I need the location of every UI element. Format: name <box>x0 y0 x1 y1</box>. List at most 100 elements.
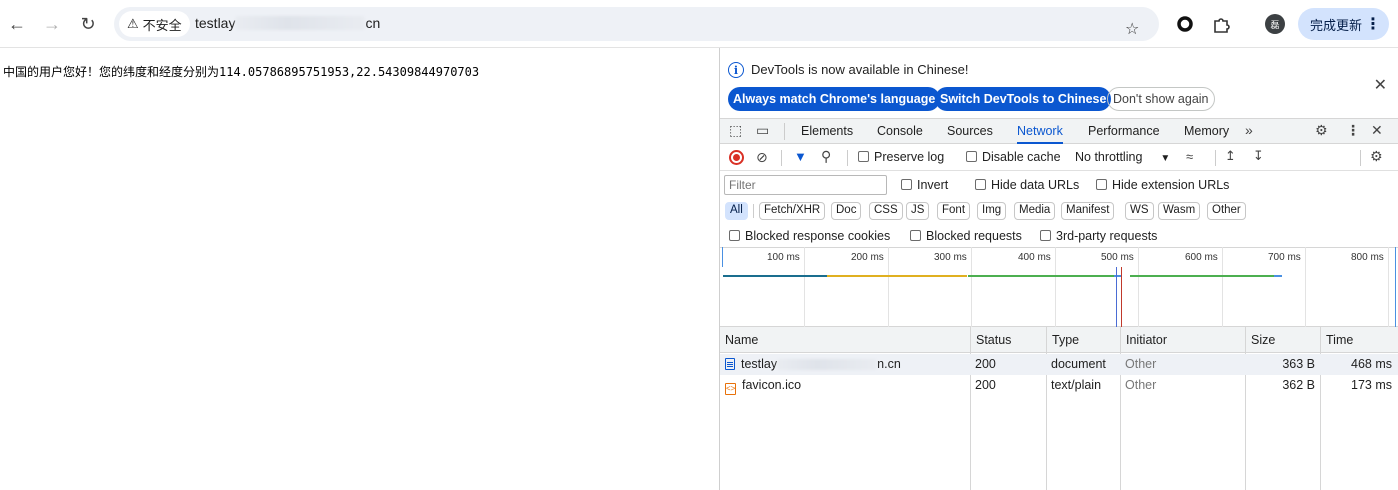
filter-funnel-icon[interactable]: ▼ <box>794 149 807 164</box>
devtools-panel: i DevTools is now available in Chinese! … <box>719 48 1398 490</box>
close-devtools-icon[interactable]: ✕ <box>1371 122 1383 139</box>
type-manifest[interactable]: Manifest <box>1061 202 1115 220</box>
search-icon[interactable]: ⚲ <box>821 148 831 165</box>
url-text[interactable]: testlay cn <box>195 15 380 31</box>
gear-icon[interactable]: ⚙ <box>1315 122 1328 139</box>
throttling-select[interactable]: No throttling ▼ <box>1075 150 1170 164</box>
document-icon <box>725 358 735 370</box>
timeline-bar-connect <box>723 275 827 277</box>
more-tabs-icon[interactable]: » <box>1245 122 1253 138</box>
column-initiator[interactable]: Initiator <box>1120 327 1245 353</box>
tab-network[interactable]: Network <box>1017 119 1063 144</box>
timeline-tick: 100 ms <box>767 247 805 327</box>
column-size[interactable]: Size <box>1245 327 1320 353</box>
column-name[interactable]: Name <box>720 327 970 353</box>
table-row[interactable]: <> favicon.ico 200 text/plain Other 362 B… <box>720 375 1398 396</box>
inspect-element-icon[interactable]: ⬚ <box>729 122 742 139</box>
resource-type-filters: All Fetch/XHR Doc CSS JS Font Img Media … <box>720 199 1398 223</box>
requests-table-header: Name Status Type Initiator Size Time <box>720 327 1398 353</box>
column-time[interactable]: Time <box>1320 327 1398 353</box>
network-overview-timeline[interactable]: 100 ms 200 ms 300 ms 400 ms 500 ms 600 m… <box>720 247 1398 327</box>
timeline-tick: 700 ms <box>1268 247 1306 327</box>
clear-icon[interactable]: ⊘ <box>756 149 768 166</box>
request-size: 363 B <box>1282 357 1315 371</box>
match-language-button[interactable]: Always match Chrome's language <box>728 87 941 111</box>
hide-data-urls-checkbox[interactable]: Hide data URLs <box>975 178 1079 192</box>
disable-cache-checkbox[interactable]: Disable cache <box>966 150 1061 164</box>
type-css[interactable]: CSS <box>869 202 903 220</box>
type-font[interactable]: Font <box>937 202 971 220</box>
tab-sources[interactable]: Sources <box>947 119 993 144</box>
type-media[interactable]: Media <box>1014 202 1056 220</box>
divider <box>753 204 754 218</box>
network-conditions-icon[interactable]: ≈ <box>1186 149 1193 164</box>
record-stop-icon[interactable] <box>729 150 744 165</box>
timeline-bar-favicon-download <box>1274 275 1282 277</box>
request-status: 200 <box>975 378 996 392</box>
bookmark-star-icon[interactable]: ☆ <box>1125 19 1139 39</box>
request-time: 468 ms <box>1351 357 1392 371</box>
blocked-cookies-checkbox[interactable]: Blocked response cookies <box>729 229 890 243</box>
table-row[interactable]: testlay n.cn 200 document Other 363 B 468… <box>720 354 1398 375</box>
timeline-tick: 500 ms <box>1101 247 1139 327</box>
security-chip[interactable]: ⚠ 不安全 <box>119 11 190 37</box>
close-icon[interactable]: ✕ <box>1374 75 1387 95</box>
back-arrow-icon[interactable]: ← <box>1 8 33 40</box>
filter-row: Invert Hide data URLs Hide extension URL… <box>720 172 1398 198</box>
request-time: 173 ms <box>1351 378 1392 392</box>
preserve-log-checkbox[interactable]: Preserve log <box>858 150 944 164</box>
request-initiator: Other <box>1125 357 1157 371</box>
third-party-requests-checkbox[interactable]: 3rd-party requests <box>1040 229 1157 243</box>
export-har-icon[interactable]: ↧ <box>1253 148 1264 164</box>
overview-handle-right[interactable] <box>1395 247 1396 327</box>
type-doc[interactable]: Doc <box>831 202 862 220</box>
network-settings-gear-icon[interactable]: ⚙ <box>1370 148 1383 165</box>
timeline-tick: 600 ms <box>1185 247 1223 327</box>
filter-input[interactable] <box>724 175 887 195</box>
type-all[interactable]: All <box>725 202 748 220</box>
type-ws[interactable]: WS <box>1125 202 1154 220</box>
device-toolbar-icon[interactable]: ▭ <box>756 122 769 139</box>
divider <box>781 150 782 166</box>
profile-avatar[interactable]: 磊 <box>1263 12 1287 36</box>
column-type[interactable]: Type <box>1046 327 1120 353</box>
forward-arrow-icon[interactable]: → <box>36 8 68 40</box>
kebab-menu-icon[interactable]: ⋮ <box>1346 122 1360 139</box>
url-blur <box>235 16 366 30</box>
language-infobar: i DevTools is now available in Chinese! … <box>720 48 1398 118</box>
type-fetch-xhr[interactable]: Fetch/XHR <box>759 202 826 220</box>
invert-checkbox[interactable]: Invert <box>901 178 948 192</box>
tab-elements[interactable]: Elements <box>801 119 853 144</box>
switch-chinese-button[interactable]: Switch DevTools to Chinese <box>935 87 1112 111</box>
dont-show-again-button[interactable]: Don't show again <box>1107 87 1215 111</box>
import-har-icon[interactable]: ↥ <box>1225 148 1236 164</box>
tab-performance[interactable]: Performance <box>1088 119 1160 144</box>
blocked-requests-checkbox[interactable]: Blocked requests <box>910 229 1022 243</box>
type-img[interactable]: Img <box>977 202 1007 220</box>
overview-handle-left[interactable] <box>722 247 723 267</box>
code-file-icon: <> <box>725 383 736 395</box>
domcontentloaded-line <box>1116 267 1117 327</box>
page-message: 中国的用户您好！您的纬度和经度分别为114.05786895751953,22.… <box>3 65 480 79</box>
tab-console[interactable]: Console <box>877 119 923 144</box>
hide-extension-urls-checkbox[interactable]: Hide extension URLs <box>1096 178 1229 192</box>
web-page: 中国的用户您好！您的纬度和经度分别为114.05786895751953,22.… <box>0 48 719 490</box>
reload-icon[interactable]: ↻ <box>72 8 104 40</box>
tab-memory[interactable]: Memory <box>1184 119 1229 144</box>
type-other[interactable]: Other <box>1207 202 1246 220</box>
type-js[interactable]: JS <box>906 202 930 220</box>
blocked-filters-row: Blocked response cookies Blocked request… <box>720 224 1398 248</box>
extension-circle-icon[interactable] <box>1173 12 1197 36</box>
extensions-puzzle-icon[interactable] <box>1209 12 1233 36</box>
timeline-tick: 200 ms <box>851 247 889 327</box>
timeline-bar-ssl <box>827 275 967 277</box>
address-bar[interactable]: ⚠ 不安全 testlay cn ☆ <box>114 7 1159 41</box>
request-status: 200 <box>975 357 996 371</box>
update-button[interactable]: 完成更新 ⋮ <box>1298 8 1389 40</box>
request-size: 362 B <box>1282 378 1315 392</box>
network-toolbar: ⊘ ▼ ⚲ Preserve log Disable cache No thro… <box>720 145 1398 171</box>
type-wasm[interactable]: Wasm <box>1158 202 1201 220</box>
request-type: text/plain <box>1051 378 1102 392</box>
devtools-tabbar: ⬚ ▭ Elements Console Sources Network Per… <box>720 118 1398 144</box>
column-status[interactable]: Status <box>970 327 1046 353</box>
